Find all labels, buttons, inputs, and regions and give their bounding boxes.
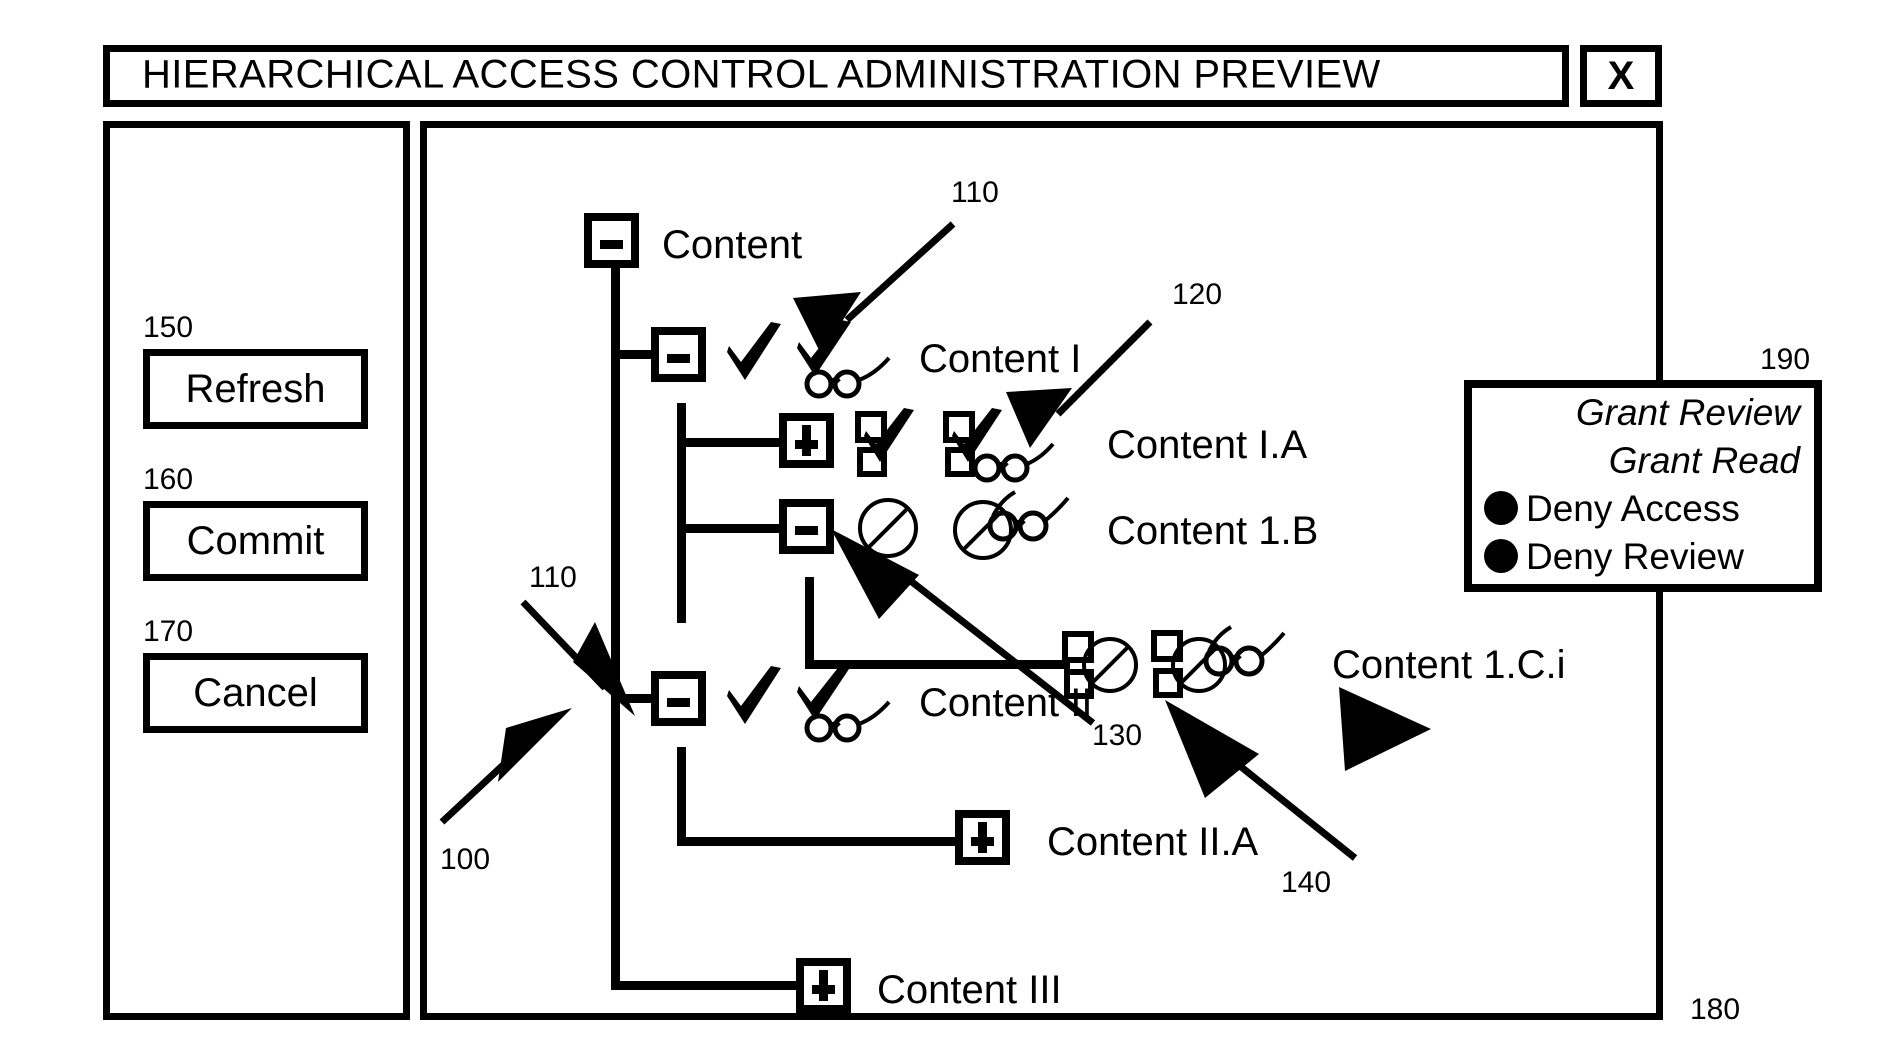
context-menu[interactable]: Grant Review Grant Read Deny Access Deny… xyxy=(1464,380,1822,592)
tree-trunk-content-1-b xyxy=(805,577,814,669)
menu-item-deny-access[interactable]: Deny Access xyxy=(1472,484,1814,532)
ref-number-110-bottom: 110 xyxy=(529,561,577,594)
plus-icon-v xyxy=(819,970,828,1001)
inherited-deny-review-icon[interactable] xyxy=(1151,623,1291,709)
tree-trunk-content-ii xyxy=(677,747,686,846)
menu-item-label: Deny Review xyxy=(1526,535,1744,577)
cancel-button-group: 170 Cancel xyxy=(143,617,368,733)
ref-number-160: 160 xyxy=(143,463,194,496)
window-title: HIERARCHICAL ACCESS CONTROL ADMINISTRATI… xyxy=(142,52,1381,97)
menu-item-grant-read: Grant Read xyxy=(1472,436,1814,484)
bullet-icon xyxy=(1484,491,1518,525)
callout-arrow-130 xyxy=(831,529,1096,726)
tree-trunk-content-i xyxy=(677,403,686,623)
close-button[interactable]: X xyxy=(1580,45,1662,107)
callout-arrow-100 xyxy=(439,708,572,825)
expander-content-iii[interactable] xyxy=(796,958,851,1013)
callout-arrow-110-top xyxy=(793,221,956,354)
menu-item-deny-review[interactable]: Deny Review xyxy=(1472,532,1814,580)
tree-label-content-iii[interactable]: Content III xyxy=(877,970,1062,1010)
refresh-button[interactable]: Refresh xyxy=(143,349,368,429)
expander-content-1-b[interactable] xyxy=(779,499,834,554)
ref-number-190: 190 xyxy=(1760,343,1811,376)
ref-number-140: 140 xyxy=(1281,866,1332,899)
refresh-button-group: 150 Refresh xyxy=(143,313,368,429)
patent-figure: HIERARCHICAL ACCESS CONTROL ADMINISTRATI… xyxy=(0,0,1884,1048)
application-window: HIERARCHICAL ACCESS CONTROL ADMINISTRATI… xyxy=(103,45,1663,1020)
tree-connector-content-ii-a xyxy=(677,837,963,846)
ref-number-120: 120 xyxy=(1172,278,1223,311)
ref-number-100: 100 xyxy=(440,843,491,876)
tree-label-content-1-c-i[interactable]: Content 1.C.i xyxy=(1332,645,1565,685)
minus-icon xyxy=(795,526,818,535)
menu-item-label: Grant Read xyxy=(1608,439,1800,481)
close-icon: X xyxy=(1607,54,1635,98)
grant-access-check-icon[interactable] xyxy=(719,662,789,736)
cancel-button[interactable]: Cancel xyxy=(143,653,368,733)
callout-arrow-140 xyxy=(1165,700,1358,861)
plus-icon-v xyxy=(802,425,811,456)
plus-icon-v xyxy=(978,822,987,853)
commit-button-group: 160 Commit xyxy=(143,465,368,581)
expander-content[interactable] xyxy=(584,213,639,268)
menu-item-label: Deny Access xyxy=(1526,487,1740,529)
tree-connector-content-iii xyxy=(611,981,804,990)
expander-content-i[interactable] xyxy=(651,327,706,382)
title-bar: HIERARCHICAL ACCESS CONTROL ADMINISTRATI… xyxy=(103,45,1569,107)
ref-number-170: 170 xyxy=(143,615,194,648)
ref-number-130: 130 xyxy=(1092,719,1143,752)
minus-icon xyxy=(600,240,623,249)
tree-label-content-1-b[interactable]: Content 1.B xyxy=(1107,511,1318,551)
minus-icon xyxy=(667,354,690,363)
ref-number-180: 180 xyxy=(1690,993,1741,1026)
menu-item-grant-review: Grant Review xyxy=(1472,388,1814,436)
bullet-icon xyxy=(1484,539,1518,573)
menu-item-label: Grant Review xyxy=(1575,391,1800,433)
ref-number-150: 150 xyxy=(143,311,194,344)
expander-content-ii-a[interactable] xyxy=(955,810,1010,865)
commit-button[interactable]: Commit xyxy=(143,501,368,581)
ref-number-110-top: 110 xyxy=(951,176,999,209)
expander-content-i-a[interactable] xyxy=(779,413,834,468)
callout-arrow-120 xyxy=(1006,319,1153,448)
sidebar-panel: 150 Refresh 160 Commit 170 Cancel xyxy=(103,121,410,1020)
inherited-grant-access-icon[interactable] xyxy=(854,406,932,484)
